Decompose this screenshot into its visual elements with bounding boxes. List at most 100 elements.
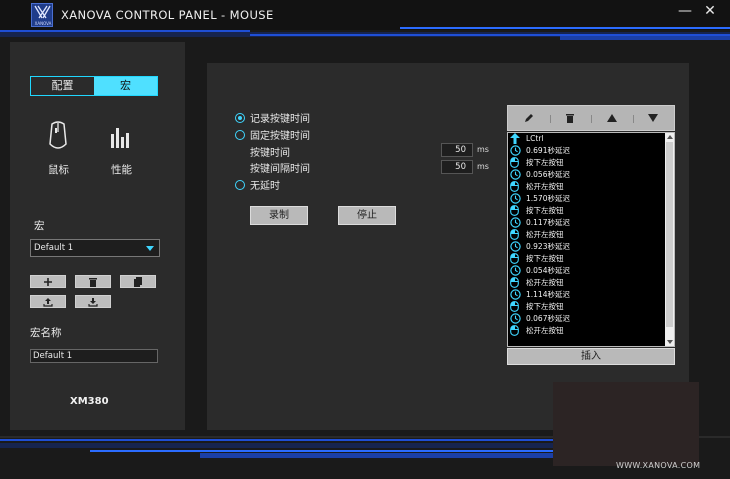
list-item[interactable]: 按下左按钮 xyxy=(508,301,674,313)
list-item[interactable]: 0.691秒延迟 xyxy=(508,145,674,157)
mouse-icon xyxy=(510,325,522,337)
list-item-text: 按下左按钮 xyxy=(526,158,564,167)
list-item[interactable]: 松开左按钮 xyxy=(508,229,674,241)
clock-icon xyxy=(510,313,522,325)
list-item-text: 1.570秒延迟 xyxy=(526,194,570,203)
list-item-text: 0.117秒延迟 xyxy=(526,218,570,227)
radio-label: 记录按键时间 xyxy=(250,114,310,125)
list-item-text: 按下左按钮 xyxy=(526,302,564,311)
list-item-text: 0.067秒延迟 xyxy=(526,314,570,323)
tab-macro[interactable]: 宏 xyxy=(94,77,157,95)
clock-icon xyxy=(510,169,522,181)
stop-button[interactable]: 停止 xyxy=(338,206,396,225)
model-name: XM380 xyxy=(70,396,109,407)
clock-icon xyxy=(510,217,522,229)
trash-icon xyxy=(566,114,575,123)
pencil-icon xyxy=(524,114,533,122)
radio-dot xyxy=(235,179,245,190)
copy-icon xyxy=(134,277,142,287)
triangle-up-icon xyxy=(606,114,617,122)
macro-name-label: 宏名称 xyxy=(30,327,62,339)
mouse-icon xyxy=(510,253,522,265)
mouse-icon xyxy=(510,301,522,313)
list-item-text: 1.114秒延迟 xyxy=(526,290,570,299)
radio-label: 固定按键时间 xyxy=(250,131,310,142)
list-scrollbar[interactable] xyxy=(665,133,674,346)
list-item[interactable]: 按下左按钮 xyxy=(508,253,674,265)
list-item[interactable]: 1.114秒延迟 xyxy=(508,289,674,301)
mode-tabs: 配置 宏 xyxy=(30,76,158,96)
macro-select[interactable]: Default 1 xyxy=(30,239,160,257)
key-time-label: 按键时间 xyxy=(250,148,290,159)
key-time-input[interactable]: 50 xyxy=(441,143,473,157)
list-item[interactable]: 松开左按钮 xyxy=(508,181,674,193)
arrow-up-icon xyxy=(510,133,522,145)
list-item[interactable]: 0.054秒延迟 xyxy=(508,265,674,277)
performance-label: 性能 xyxy=(111,164,132,176)
clock-icon xyxy=(510,265,522,277)
mouse-icon xyxy=(510,181,522,193)
clock-icon xyxy=(510,241,522,253)
key-interval-unit: ms xyxy=(477,162,489,171)
move-up-button[interactable] xyxy=(591,106,633,130)
scroll-thumb[interactable] xyxy=(666,142,673,327)
scroll-up-icon[interactable] xyxy=(667,135,673,139)
move-down-button[interactable] xyxy=(632,106,675,130)
upload-icon xyxy=(43,298,53,307)
plus-icon xyxy=(44,278,52,286)
delete-macro-button[interactable] xyxy=(75,275,111,288)
list-item-text: 松开左按钮 xyxy=(526,230,564,239)
add-macro-button[interactable] xyxy=(30,275,66,288)
list-item[interactable]: 按下左按钮 xyxy=(508,157,674,169)
key-interval-input[interactable]: 50 xyxy=(441,160,473,174)
radio-no-delay[interactable]: 无延时 xyxy=(235,177,280,192)
website-link[interactable]: WWW.XANOVA.COM xyxy=(616,461,700,470)
mouse-icon[interactable] xyxy=(48,120,68,152)
macro-section-label: 宏 xyxy=(34,220,45,232)
radio-record-time[interactable]: 记录按键时间 xyxy=(235,110,310,125)
list-item-text: LCtrl xyxy=(526,134,544,143)
list-item-text: 0.056秒延迟 xyxy=(526,170,570,179)
list-item-text: 按下左按钮 xyxy=(526,206,564,215)
list-item[interactable]: 0.067秒延迟 xyxy=(508,313,674,325)
list-item[interactable]: 按下左按钮 xyxy=(508,205,674,217)
list-item-text: 0.054秒延迟 xyxy=(526,266,570,275)
mouse-label: 鼠标 xyxy=(48,164,69,176)
list-item[interactable]: 松开左按钮 xyxy=(508,277,674,289)
macro-steps-list[interactable]: LCtrl 0.691秒延迟 按下左按钮 0.056秒延迟 松开左按钮 1.570秒延迟按… xyxy=(507,132,675,347)
performance-icon[interactable] xyxy=(110,128,132,148)
list-item[interactable]: 松开左按钮 xyxy=(508,325,674,337)
list-item[interactable]: 0.056秒延迟 xyxy=(508,169,674,181)
macro-name-input[interactable]: Default 1 xyxy=(30,349,158,363)
scroll-down-icon[interactable] xyxy=(667,340,673,344)
record-button[interactable]: 录制 xyxy=(250,206,308,225)
key-time-unit: ms xyxy=(477,145,489,154)
list-item[interactable]: LCtrl xyxy=(508,133,674,145)
minimize-button[interactable]: — xyxy=(673,2,697,22)
list-item[interactable]: 0.923秒延迟 xyxy=(508,241,674,253)
left-panel: 配置 宏 鼠标 性能 宏 Default 1 宏名称 Default 1 XM3… xyxy=(10,42,185,430)
mouse-icon xyxy=(510,157,522,169)
mouse-icon xyxy=(510,205,522,217)
mouse-icon xyxy=(510,277,522,289)
import-macro-button[interactable] xyxy=(75,295,111,308)
macro-select-value: Default 1 xyxy=(34,243,74,253)
tab-config[interactable]: 配置 xyxy=(31,77,94,95)
radio-dot xyxy=(235,129,245,140)
key-interval-label: 按键间隔时间 xyxy=(250,164,310,175)
copy-macro-button[interactable] xyxy=(120,275,156,288)
delete-step-button[interactable] xyxy=(549,106,592,130)
radio-dot xyxy=(235,112,245,123)
list-item-text: 松开左按钮 xyxy=(526,278,564,287)
list-item-text: 按下左按钮 xyxy=(526,254,564,263)
list-item[interactable]: 1.570秒延迟 xyxy=(508,193,674,205)
edit-button[interactable] xyxy=(508,106,550,130)
export-macro-button[interactable] xyxy=(30,295,66,308)
radio-fixed-time[interactable]: 固定按键时间 xyxy=(235,127,310,142)
close-button[interactable]: ✕ xyxy=(698,2,722,22)
list-item-text: 0.691秒延迟 xyxy=(526,146,570,155)
insert-button[interactable]: 插入 xyxy=(507,348,675,365)
xanova-logo: XANOVA xyxy=(31,3,53,27)
list-item[interactable]: 0.117秒延迟 xyxy=(508,217,674,229)
macro-list-toolbar xyxy=(507,105,675,131)
